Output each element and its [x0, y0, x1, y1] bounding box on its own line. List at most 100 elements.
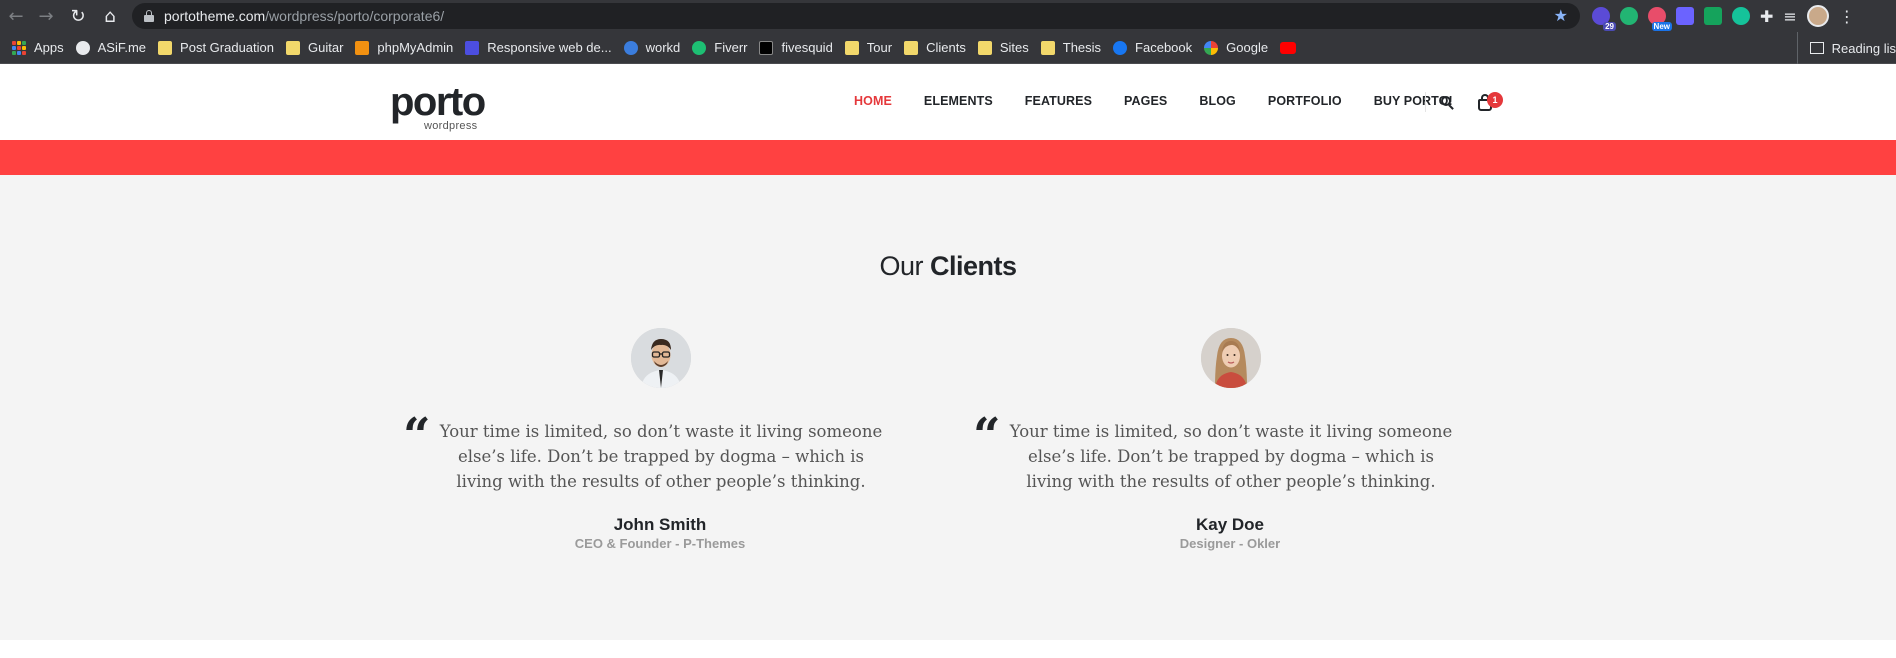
bookmark-label: Sites [999, 40, 1029, 55]
folder-icon [158, 40, 173, 55]
bookmark-label: ASiF.me [97, 40, 147, 55]
lock-icon[interactable] [144, 10, 154, 22]
bookmark-label: Thesis [1062, 40, 1102, 55]
folder-icon [977, 40, 992, 55]
nav-portfolio[interactable]: PORTFOLIO [1252, 94, 1358, 108]
phpmyadmin-icon [355, 40, 370, 55]
extension-1-icon[interactable]: 29 [1592, 7, 1616, 31]
reload-icon[interactable]: ↻ [64, 2, 92, 30]
reading-list-label: Reading lis [1831, 40, 1896, 56]
bookmark-star-icon[interactable]: ★ [1554, 6, 1568, 25]
bookmark-label: Clients [926, 40, 966, 55]
fiverr-icon [692, 40, 707, 55]
logo-text: porto [390, 80, 486, 124]
extension-3-icon[interactable]: New [1648, 7, 1672, 31]
site-logo[interactable]: porto wordpress [390, 80, 486, 132]
reading-list-icon [1809, 42, 1824, 54]
bookmark-thesis[interactable]: Thesis [1037, 36, 1109, 60]
bookmark-asif[interactable]: ASiF.me [72, 36, 154, 60]
extensions-puzzle-icon[interactable]: ✚ [1760, 7, 1773, 26]
nav-pages[interactable]: PAGES [1108, 94, 1183, 108]
logo-subtext: wordpress [424, 120, 478, 132]
fivesquid-icon [759, 40, 774, 55]
bookmark-post-graduation[interactable]: Post Graduation [154, 36, 282, 60]
testimonial-role: CEO & Founder - P-Themes [574, 536, 746, 551]
testimonial-quote: Your time is limited, so don’t waste it … [439, 422, 883, 491]
title-light: Our [879, 251, 923, 281]
title-bold: Clients [930, 251, 1017, 281]
bookmark-clients[interactable]: Clients [900, 36, 974, 60]
cart-count-badge: 1 [1487, 92, 1503, 108]
bookmark-label: Tour [866, 40, 893, 55]
bookmark-tour[interactable]: Tour [841, 36, 900, 60]
apps-grid-icon [12, 40, 26, 55]
testimonial-quote: Your time is limited, so don’t waste it … [1009, 422, 1453, 491]
bookmark-guitar[interactable]: Guitar [282, 36, 351, 60]
google-icon [1204, 40, 1219, 55]
testimonial-role: Designer - Okler [1179, 536, 1281, 551]
forward-icon[interactable]: → [32, 2, 60, 30]
home-icon[interactable]: ⌂ [96, 2, 124, 30]
avatar [1201, 328, 1261, 388]
bookmark-label: Apps [34, 40, 64, 55]
bookmarks-bar: Apps ASiF.me Post Graduation Guitar phpM… [0, 32, 1896, 64]
clients-section: Our Clients “ Your time is limited, so d… [0, 175, 1896, 640]
nav-features[interactable]: FEATURES [1009, 94, 1108, 108]
main-nav: HOME ELEMENTS FEATURES PAGES BLOG PORTFO… [838, 94, 1469, 108]
section-title: Our Clients [0, 251, 1896, 282]
testimonial-author: John Smith [613, 515, 707, 534]
nav-elements[interactable]: ELEMENTS [908, 94, 1009, 108]
bookmark-phpmyadmin[interactable]: phpMyAdmin [351, 36, 461, 60]
bookmark-label: Facebook [1135, 40, 1193, 55]
grammarly-icon[interactable] [1732, 7, 1750, 25]
quote-icon: “ [403, 408, 431, 464]
testimonial-author: Kay Doe [1195, 515, 1265, 534]
bookmark-label: phpMyAdmin [377, 40, 454, 55]
w-icon [465, 40, 480, 55]
extension-2-icon[interactable] [1620, 7, 1638, 25]
address-bar[interactable]: portotheme.com/wordpress/porto/corporate… [132, 3, 1580, 29]
avatar [631, 328, 691, 388]
bookmark-apps[interactable]: Apps [8, 36, 72, 60]
back-icon[interactable]: ← [2, 2, 30, 30]
youtube-icon [1280, 41, 1297, 54]
bookmark-label: workd [645, 40, 681, 55]
bookmark-youtube[interactable] [1276, 36, 1312, 60]
bookmark-label: Responsive web de... [487, 40, 612, 55]
globe-icon [75, 40, 90, 55]
bookmark-sites[interactable]: Sites [974, 36, 1037, 60]
quote-icon: “ [973, 408, 1001, 464]
extension-5-icon[interactable] [1704, 7, 1722, 25]
url-text: portotheme.com/wordpress/porto/corporate… [164, 8, 445, 24]
accent-band [0, 140, 1896, 175]
folder-icon [286, 40, 300, 55]
bookmark-label: Post Graduation [180, 40, 274, 55]
extension-4-icon[interactable] [1676, 7, 1694, 25]
extensions-area: 29 New ✚ ≡ ⋮ [1592, 4, 1855, 31]
nav-home[interactable]: HOME [838, 94, 908, 108]
nav-divider [1425, 92, 1426, 112]
folder-icon [904, 40, 919, 55]
bookmark-label: Fiverr [714, 40, 748, 55]
bookmark-fiverr[interactable]: Fiverr [688, 36, 755, 60]
browser-toolbar: ← → ↻ ⌂ portotheme.com/wordpress/porto/c… [0, 0, 1896, 32]
page-bottom [0, 640, 1896, 658]
bookmark-facebook[interactable]: Facebook [1109, 36, 1200, 60]
bookmark-responsive-web[interactable]: Responsive web de... [461, 36, 619, 60]
profile-avatar[interactable] [1806, 5, 1829, 27]
bookmark-label: Google [1226, 40, 1269, 55]
folder-icon [1040, 40, 1055, 55]
bookmark-google[interactable]: Google [1200, 36, 1276, 60]
bookmark-workd[interactable]: workd [620, 36, 689, 60]
facebook-icon [1113, 40, 1128, 55]
reading-list-button[interactable]: Reading lis [1796, 32, 1896, 64]
menu-kebab-icon[interactable]: ⋮ [1839, 7, 1855, 26]
bookmark-label: fivesquid [781, 40, 833, 55]
bookmark-label: Guitar [308, 40, 344, 55]
folder-icon [844, 40, 859, 55]
bookmark-fivesquid[interactable]: fivesquid [755, 36, 840, 60]
search-icon[interactable] [1441, 96, 1455, 110]
site-header: porto wordpress HOME ELEMENTS FEATURES P… [0, 66, 1896, 140]
nav-blog[interactable]: BLOG [1183, 94, 1252, 108]
media-control-icon[interactable]: ≡ [1783, 7, 1796, 26]
